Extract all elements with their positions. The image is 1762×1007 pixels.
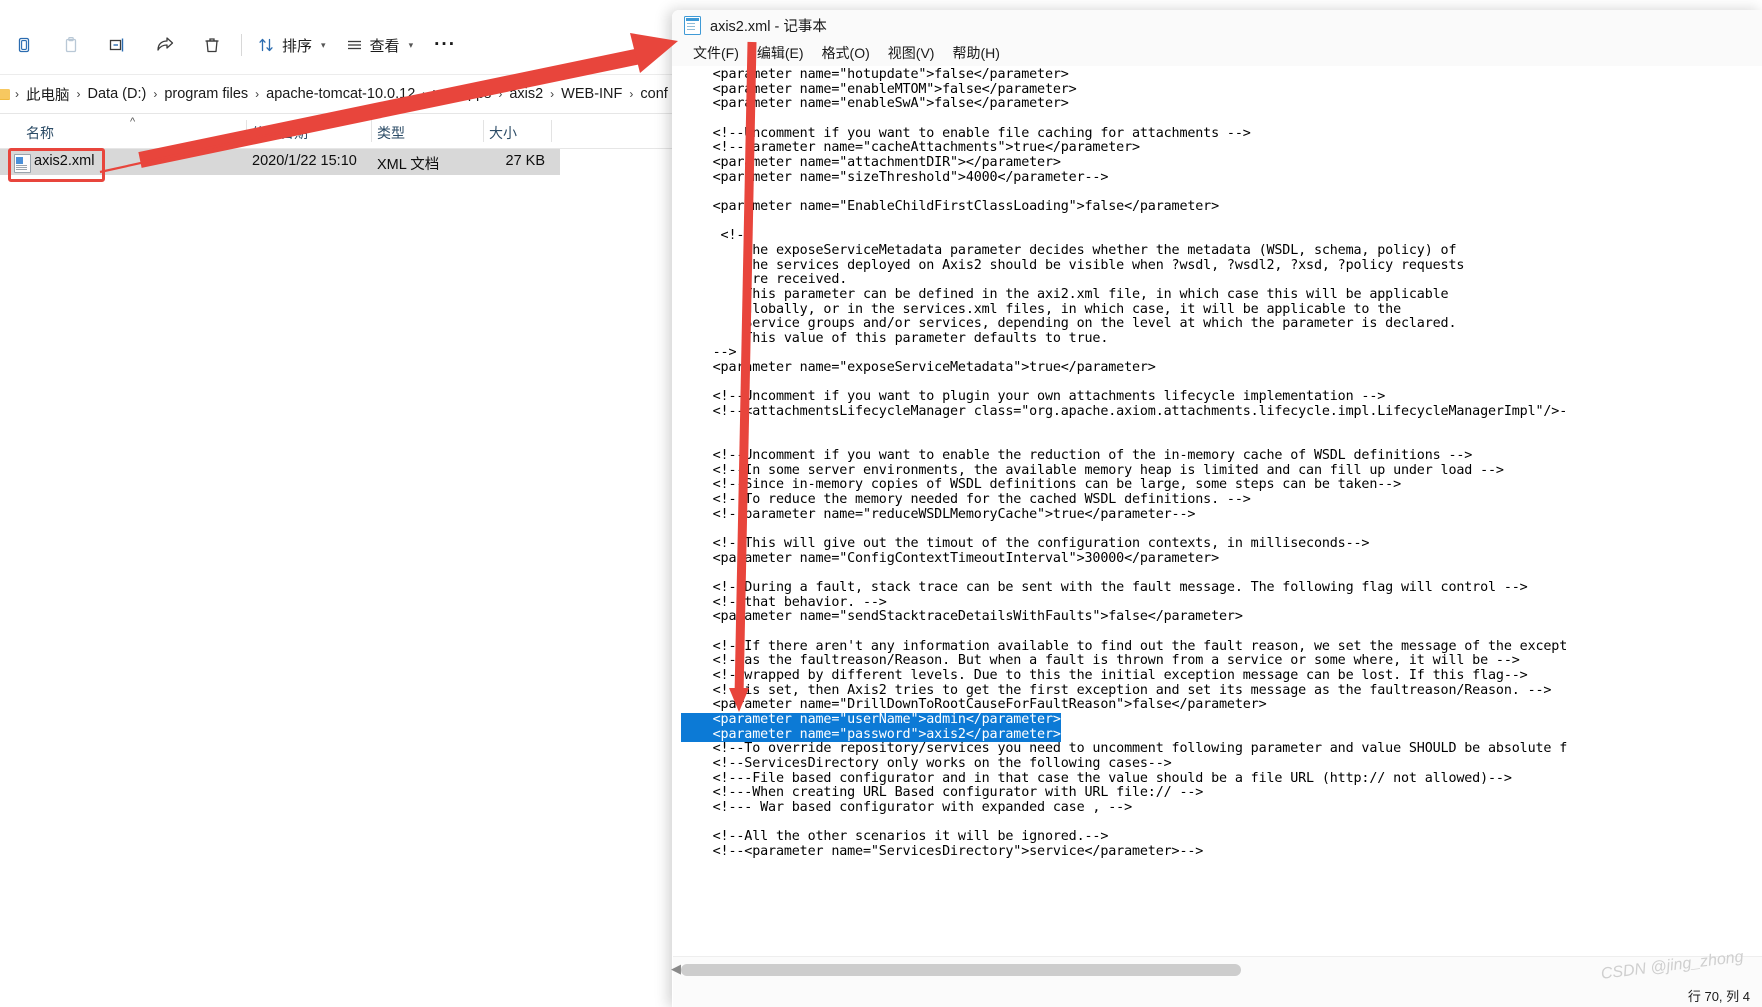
breadcrumb-item-4[interactable]: webapps	[431, 86, 493, 102]
breadcrumb-sep: ›	[76, 87, 81, 101]
folder-icon	[0, 88, 10, 100]
breadcrumb-sep: ›	[153, 87, 158, 101]
column-header-type[interactable]: 类型	[377, 123, 405, 143]
column-header-modified[interactable]: 修改日期	[252, 123, 308, 143]
column-divider[interactable]	[371, 120, 372, 142]
sort-button[interactable]: 排序 ▾	[248, 29, 336, 61]
breadcrumb-sep: ›	[629, 87, 634, 101]
breadcrumb-item-0[interactable]: 此电脑	[24, 84, 72, 105]
breadcrumb-item-1[interactable]: Data (D:)	[86, 86, 149, 102]
breadcrumb-item-7[interactable]: conf	[638, 86, 669, 102]
text-before-selection: <parameter name="hotupdate">false</param…	[712, 67, 1568, 713]
sort-ascending-icon: ^	[130, 116, 136, 128]
file-explorer-window: 排序 ▾ 查看 ▾ ··· › 此电脑 › Data (D:) › progra…	[0, 0, 672, 1007]
column-header-row: 名称 修改日期 类型 大小	[0, 114, 672, 148]
toolbar-divider-1	[241, 34, 242, 56]
menu-view[interactable]: 视图(V)	[879, 41, 944, 65]
scrollbar-thumb[interactable]	[681, 964, 1241, 976]
breadcrumb-item-3[interactable]: apache-tomcat-10.0.12	[264, 86, 417, 102]
chevron-down-icon: ▾	[408, 39, 414, 50]
notepad-menubar: 文件(F) 编辑(E) 格式(O) 视图(V) 帮助(H)	[672, 40, 1762, 66]
menu-help[interactable]: 帮助(H)	[943, 41, 1008, 65]
file-name-cell: axis2.xml	[34, 153, 95, 169]
horizontal-scrollbar[interactable]: ◀	[671, 956, 1762, 983]
share-icon[interactable]	[141, 25, 188, 65]
breadcrumb-item-2[interactable]: program files	[162, 86, 250, 102]
paste-icon[interactable]	[47, 25, 94, 65]
file-size-cell: 27 KB	[505, 153, 546, 169]
menu-file[interactable]: 文件(F)	[684, 41, 748, 65]
breadcrumb: › 此电脑 › Data (D:) › program files › apac…	[0, 78, 672, 110]
toolbar-bottom-divider	[0, 74, 672, 75]
explorer-toolbar: 排序 ▾ 查看 ▾ ···	[0, 22, 672, 68]
delete-icon[interactable]	[188, 25, 235, 65]
breadcrumb-sep: ›	[255, 87, 260, 101]
scroll-left-icon[interactable]: ◀	[671, 961, 681, 977]
breadcrumb-sep: ›	[422, 87, 427, 101]
column-divider[interactable]	[246, 120, 247, 142]
menu-edit[interactable]: 编辑(E)	[748, 41, 813, 65]
more-options-button[interactable]: ···	[423, 29, 467, 61]
xml-file-icon	[14, 154, 31, 173]
breadcrumb-sep: ›	[498, 87, 503, 101]
view-button[interactable]: 查看 ▾	[336, 29, 424, 61]
file-type-cell: XML 文档	[377, 157, 440, 173]
selected-line-username: <parameter name="userName">admin</parame…	[681, 711, 1061, 728]
notepad-text-area[interactable]: <parameter name="hotupdate">false</param…	[673, 66, 1762, 955]
selected-line-password: <parameter name="password">axis2</parame…	[681, 726, 1061, 743]
column-header-size[interactable]: 大小	[489, 123, 517, 143]
notepad-titlebar[interactable]: axis2.xml - 记事本	[672, 10, 1762, 40]
rename-icon[interactable]	[94, 25, 141, 65]
cursor-position-status: 行 70, 列 4	[1687, 989, 1750, 1004]
column-header-name[interactable]: 名称	[26, 123, 54, 143]
view-label: 查看	[369, 37, 400, 55]
chevron-down-icon: ▾	[321, 39, 326, 50]
column-divider[interactable]	[483, 120, 484, 142]
xml-document-text: <parameter name="hotupdate">false</param…	[681, 67, 1568, 859]
copy-icon[interactable]	[0, 25, 47, 65]
column-divider[interactable]	[551, 120, 552, 142]
table-row[interactable]: axis2.xml 2020/1/22 15:10 XML 文档 27 KB	[0, 149, 560, 175]
window-title: axis2.xml - 记事本	[710, 18, 827, 35]
breadcrumb-item-6[interactable]: WEB-INF	[559, 86, 624, 102]
breadcrumb-sep: ›	[550, 87, 555, 101]
breadcrumb-sep: ›	[15, 87, 19, 101]
text-after-selection: <!--To override repository/services you …	[712, 741, 1568, 859]
menu-format[interactable]: 格式(O)	[813, 41, 879, 65]
notepad-icon	[684, 15, 701, 35]
notepad-window: axis2.xml - 记事本 文件(F) 编辑(E) 格式(O) 视图(V) …	[671, 10, 1762, 1007]
sort-label: 排序	[282, 37, 313, 55]
notepad-statusbar: 行 70, 列 4	[673, 982, 1762, 1007]
breadcrumb-item-5[interactable]: axis2	[507, 86, 545, 102]
file-modified-cell: 2020/1/22 15:10	[252, 153, 357, 169]
